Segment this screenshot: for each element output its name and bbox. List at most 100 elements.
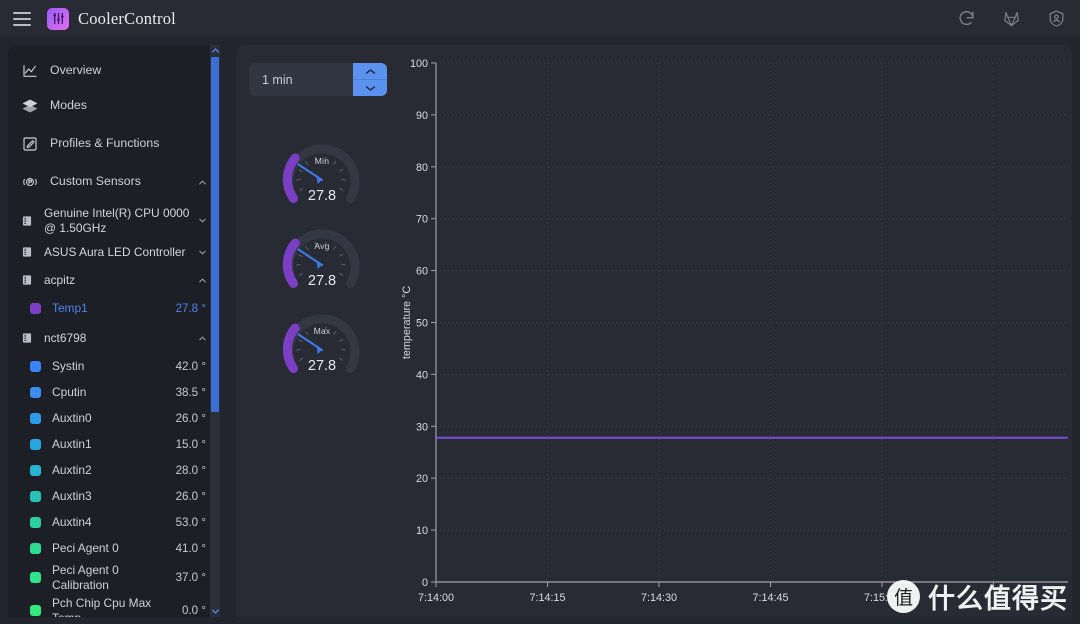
device-row-nct6798[interactable]: nct6798 [8, 325, 220, 351]
coolercontrol-logo-icon [47, 7, 69, 30]
watermark-logo: 值 [887, 580, 920, 613]
chevron-down-icon[interactable] [197, 215, 208, 226]
sidebar-item-overview[interactable]: Overview [8, 58, 220, 84]
gauge-value: 27.8 [307, 358, 337, 374]
temperature-chart[interactable]: 0 10 20 30 40 50 60 70 80 90 100 7:14:00 7:14:15 7:14… [396, 55, 1068, 617]
sensor-row-cputin[interactable]: Cputin 38.5 ° [8, 379, 220, 405]
sensor-name: Auxtin0 [52, 410, 92, 425]
sidebar-item-label: Custom Sensors [50, 174, 141, 189]
spinner-buttons [353, 63, 387, 96]
sensor-name: Systin [52, 358, 85, 373]
scrollbar-thumb[interactable] [211, 57, 219, 412]
sidebar-scrollbar[interactable] [210, 45, 220, 617]
sensor-row-auxtin1[interactable]: Auxtin1 15.0 ° [8, 431, 220, 457]
device-row-intel-cpu[interactable]: Genuine Intel(R) CPU 0000 @ 1.50GHz [8, 204, 220, 237]
device-row-acpitz[interactable]: acpitz [8, 267, 220, 293]
y-tick-label: 50 [416, 318, 428, 330]
device-row-asus-aura[interactable]: ASUS Aura LED Controller [8, 239, 220, 265]
sidebar-scroll-content: Overview Modes Profiles & Functions Cust… [8, 45, 220, 617]
sensor-value: 53.0 ° [175, 515, 206, 529]
hamburger-icon[interactable] [13, 11, 31, 26]
sensor-name: Cputin [52, 384, 87, 399]
sensor-color-swatch [30, 412, 41, 424]
sensor-value: 37.0 ° [175, 571, 206, 585]
y-tick-label: 90 [416, 110, 428, 122]
sensor-row-auxtin3[interactable]: Auxtin3 26.0 ° [8, 483, 220, 509]
sensor-name: Temp1 [52, 300, 88, 315]
sensor-name: Peci Agent 0 [52, 540, 119, 555]
topbar-actions [957, 0, 1066, 37]
sensor-name: Auxtin3 [52, 488, 92, 503]
main-panel: 1 min Min 27.8 Avg 27.8 Max 27.8 0 10 20… [236, 45, 1072, 617]
chip-icon [20, 245, 35, 259]
gitlab-icon[interactable] [1002, 9, 1021, 28]
y-tick-label: 40 [416, 369, 428, 381]
sensor-name: Auxtin4 [52, 514, 92, 529]
sensor-row-auxtin2[interactable]: Auxtin2 28.0 ° [8, 457, 220, 483]
refresh-icon[interactable] [957, 9, 976, 28]
sensor-value: 0.0 ° [182, 604, 206, 617]
account-shield-icon[interactable] [1047, 9, 1066, 28]
nct6798-sensor-list: Systin 42.0 ° Cputin 38.5 ° Auxtin0 26.0… [8, 353, 220, 617]
y-tick-label: 80 [416, 162, 428, 174]
device-label: ASUS Aura LED Controller [44, 244, 186, 259]
device-label: Genuine Intel(R) CPU 0000 @ 1.50GHz [44, 206, 190, 235]
sensor-row-peci-agent-0-calibration[interactable]: Peci Agent 0 Calibration 37.0 ° [8, 561, 220, 594]
gauge-group: Min 27.8 Avg 27.8 Max 27.8 [272, 130, 372, 385]
sensor-row-auxtin0[interactable]: Auxtin0 26.0 ° [8, 405, 220, 431]
sensor-row-peci-agent-0[interactable]: Peci Agent 0 41.0 ° [8, 535, 220, 561]
sensor-color-swatch [30, 464, 41, 476]
sensor-value: 42.0 ° [175, 359, 206, 373]
y-tick-label: 20 [416, 473, 428, 485]
top-bar: CoolerControl [0, 0, 1080, 37]
sidebar-item-custom-sensors[interactable]: Custom Sensors [8, 169, 220, 195]
sensor-name: Pch Chip Cpu Max Temp [52, 596, 152, 617]
edit-square-icon [22, 136, 39, 152]
y-tick-label: 70 [416, 214, 428, 226]
y-tick-label: 10 [416, 525, 428, 537]
y-tick-label: 0 [422, 577, 428, 589]
gauge-min: Min 27.8 [272, 130, 372, 215]
scroll-up-arrow-icon[interactable] [210, 45, 220, 56]
sensor-row-temp1[interactable]: Temp1 27.8 ° [8, 295, 220, 321]
sensor-row-pch-chip-cpu-max-temp[interactable]: Pch Chip Cpu Max Temp 0.0 ° [8, 594, 220, 617]
chevron-up-icon[interactable] [197, 333, 208, 344]
scroll-down-arrow-icon[interactable] [210, 606, 220, 617]
y-tick-label: 100 [410, 58, 428, 70]
sensor-row-systin[interactable]: Systin 42.0 ° [8, 353, 220, 379]
sensor-color-swatch [30, 302, 41, 314]
watermark-text: 什么值得买 [928, 584, 1068, 615]
spinner-increase-button[interactable] [353, 63, 387, 80]
sensor-color-swatch [30, 386, 41, 398]
gauge-label: Max [313, 326, 331, 336]
chevron-up-icon[interactable] [197, 177, 208, 188]
sidebar-item-profiles-functions[interactable]: Profiles & Functions [8, 128, 220, 160]
chevron-down-icon[interactable] [197, 247, 208, 258]
sensor-value: 41.0 ° [175, 541, 206, 555]
chip-icon [20, 331, 35, 345]
spinner-decrease-button[interactable] [353, 80, 387, 96]
time-range-value[interactable]: 1 min [249, 73, 353, 87]
sensor-value: 26.0 ° [175, 489, 206, 503]
sensor-color-swatch [30, 516, 41, 528]
layers-icon [22, 98, 39, 114]
sensor-icon [22, 174, 39, 190]
watermark: 值 什么值得买 [887, 577, 1068, 616]
x-tick-label: 7:14:30 [641, 592, 677, 604]
sensor-color-swatch [30, 438, 41, 450]
sensor-color-swatch [30, 490, 41, 502]
gauge-value: 27.8 [307, 188, 337, 204]
sensor-value: 27.8 ° [175, 301, 206, 315]
sensor-value: 26.0 ° [175, 411, 206, 425]
x-tick-label: 7:14:45 [752, 592, 788, 604]
time-range-spinner[interactable]: 1 min [249, 63, 387, 96]
sensor-color-swatch [30, 605, 41, 617]
coolercontrol-window: CoolerControl Overview Modes Profiles & … [0, 0, 1080, 624]
x-tick-label: 7:14:15 [529, 592, 565, 604]
sensor-name: Peci Agent 0 Calibration [52, 563, 119, 592]
sensor-name: Auxtin2 [52, 462, 92, 477]
sidebar-item-modes[interactable]: Modes [8, 93, 220, 119]
chevron-up-icon[interactable] [197, 275, 208, 286]
sensor-row-auxtin4[interactable]: Auxtin4 53.0 ° [8, 509, 220, 535]
sensor-color-swatch [30, 542, 41, 554]
